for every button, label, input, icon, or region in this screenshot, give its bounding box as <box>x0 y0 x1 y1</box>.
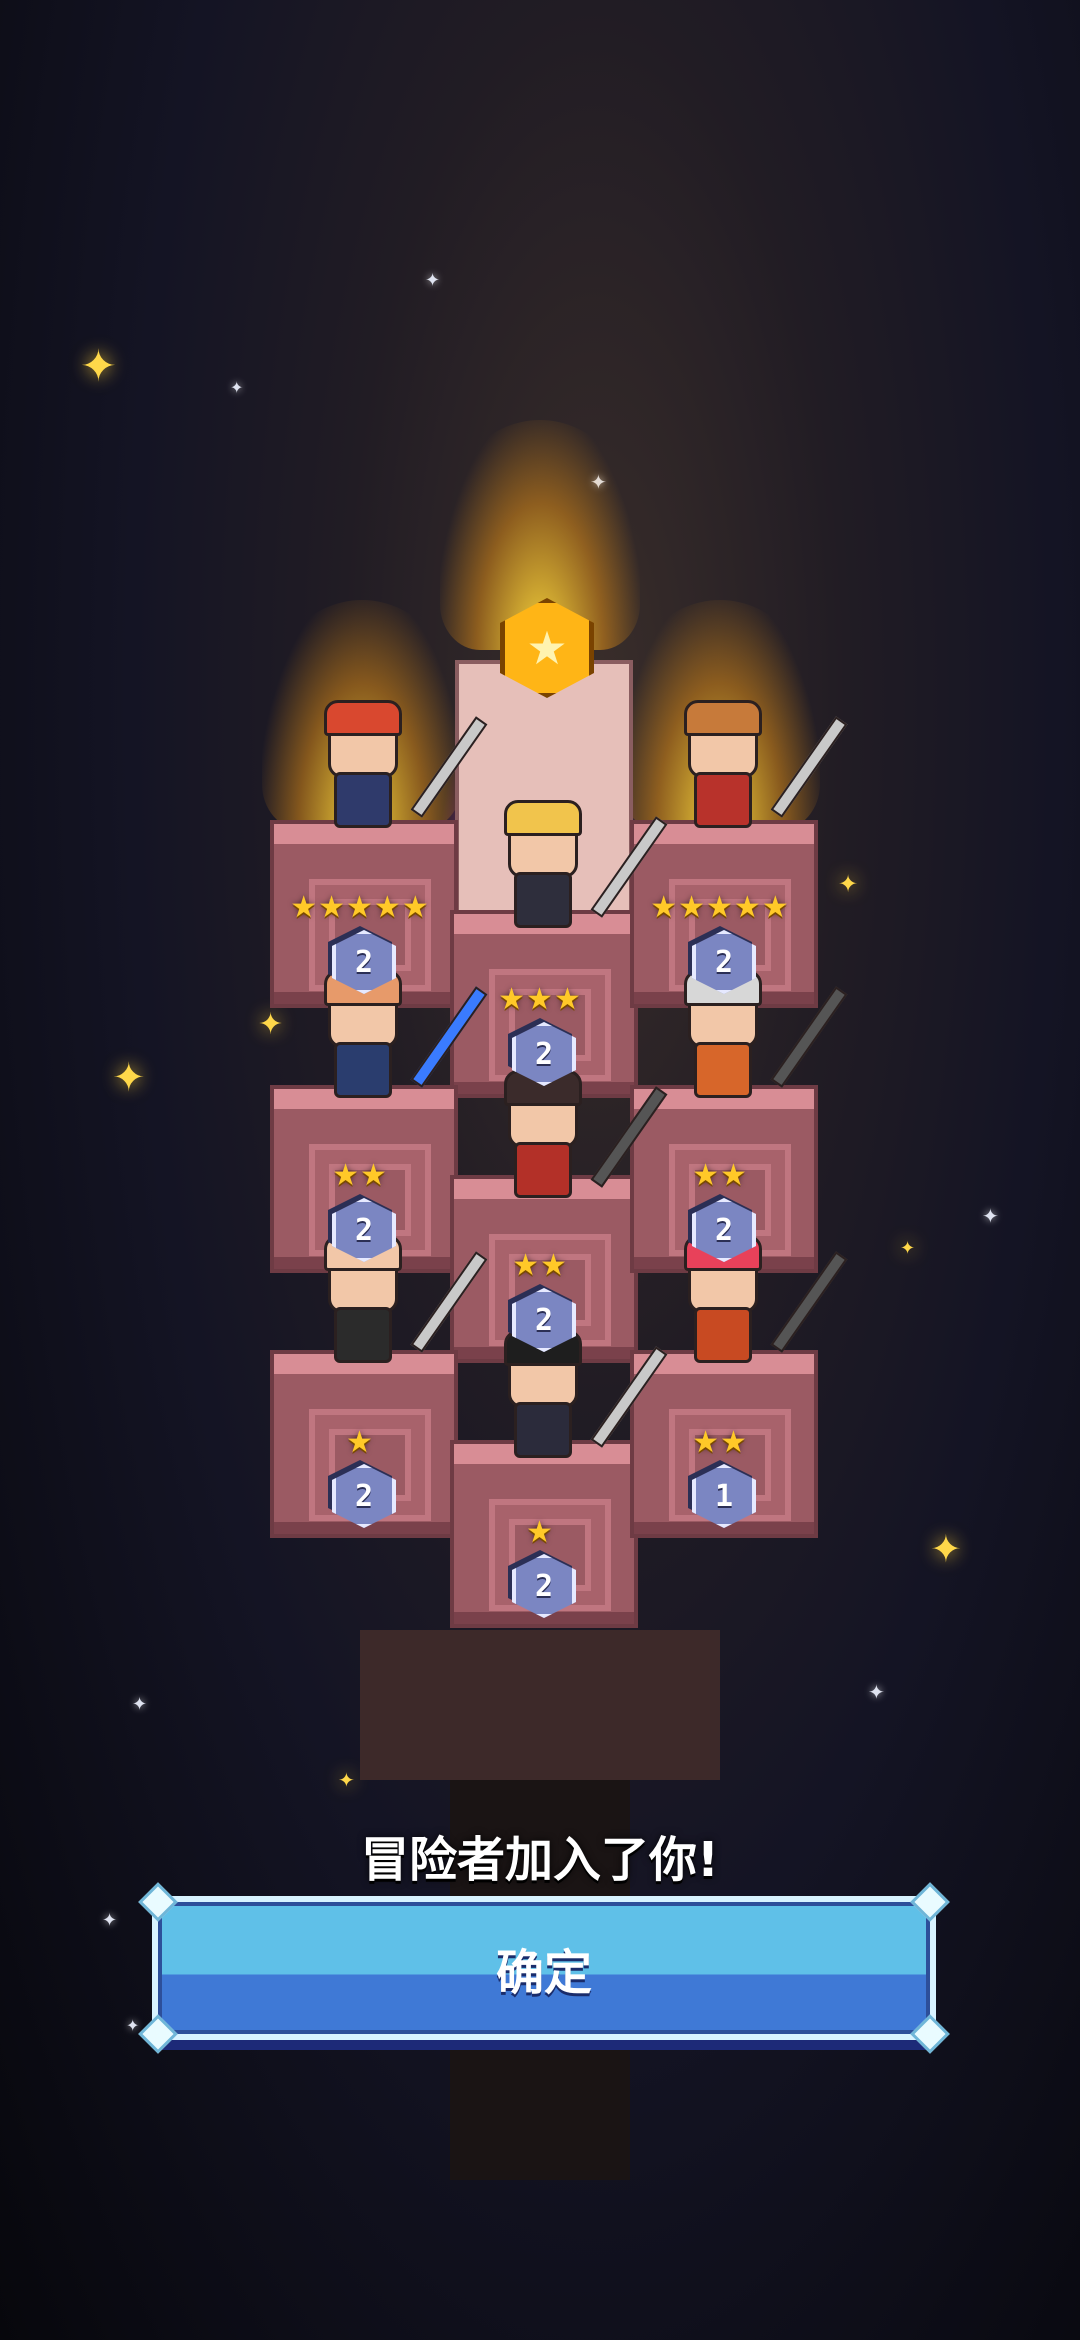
star-rating: ★★★ <box>498 982 582 1017</box>
medal-star-icon: ★ <box>526 621 568 675</box>
sparkle-icon: ✦ <box>338 1768 355 1792</box>
confirm-button[interactable]: 确定 <box>138 1882 950 2054</box>
sparkle-icon: ✦ <box>132 1694 148 1715</box>
star-rating: ★★ <box>332 1158 388 1193</box>
confirm-button-label: 确定 <box>495 1945 592 2001</box>
star-rating: ★ <box>526 1515 554 1550</box>
tower-base <box>360 1630 720 1780</box>
character-hat <box>684 700 762 736</box>
sparkle-icon: ✦ <box>102 1910 118 1931</box>
star-rating: ★★ <box>512 1248 568 1283</box>
star-rating: ★★★★★ <box>650 890 790 925</box>
character-body <box>334 772 392 828</box>
character-body <box>514 1402 572 1458</box>
star-rating: ★★ <box>692 1425 748 1460</box>
sparkle-icon: ✦ <box>900 1238 916 1259</box>
character-hair <box>504 800 582 836</box>
character-body <box>694 1042 752 1098</box>
sparkle-icon: ✦ <box>868 1680 885 1704</box>
sparkle-icon: ✦ <box>930 1527 962 1571</box>
sparkle-icon: ✦ <box>425 270 441 291</box>
character-body <box>514 1142 572 1198</box>
sparkle-icon: ✦ <box>230 378 244 397</box>
character-body <box>334 1307 392 1363</box>
sparkle-icon: ✦ <box>80 341 117 392</box>
sparkle-icon: ✦ <box>258 1007 284 1042</box>
character-body <box>334 1042 392 1098</box>
character-body <box>694 772 752 828</box>
adventurer-top-center[interactable] <box>492 790 668 930</box>
character-body <box>694 1307 752 1363</box>
sparkle-icon: ✦ <box>126 2016 140 2035</box>
character-hat <box>324 700 402 736</box>
star-rating: ★ <box>346 1425 374 1460</box>
star-rating: ★★★★★ <box>290 890 430 925</box>
join-message: 冒险者加入了你! <box>361 1832 719 1888</box>
character-body <box>514 872 572 928</box>
star-rating: ★★ <box>692 1158 748 1193</box>
sparkle-icon: ✦ <box>112 1055 146 1101</box>
adventurer-top-right[interactable] <box>672 690 848 830</box>
sparkle-icon: ✦ <box>982 1204 999 1228</box>
sparkle-icon: ✦ <box>838 870 859 898</box>
adventurer-top-left[interactable] <box>312 690 488 830</box>
